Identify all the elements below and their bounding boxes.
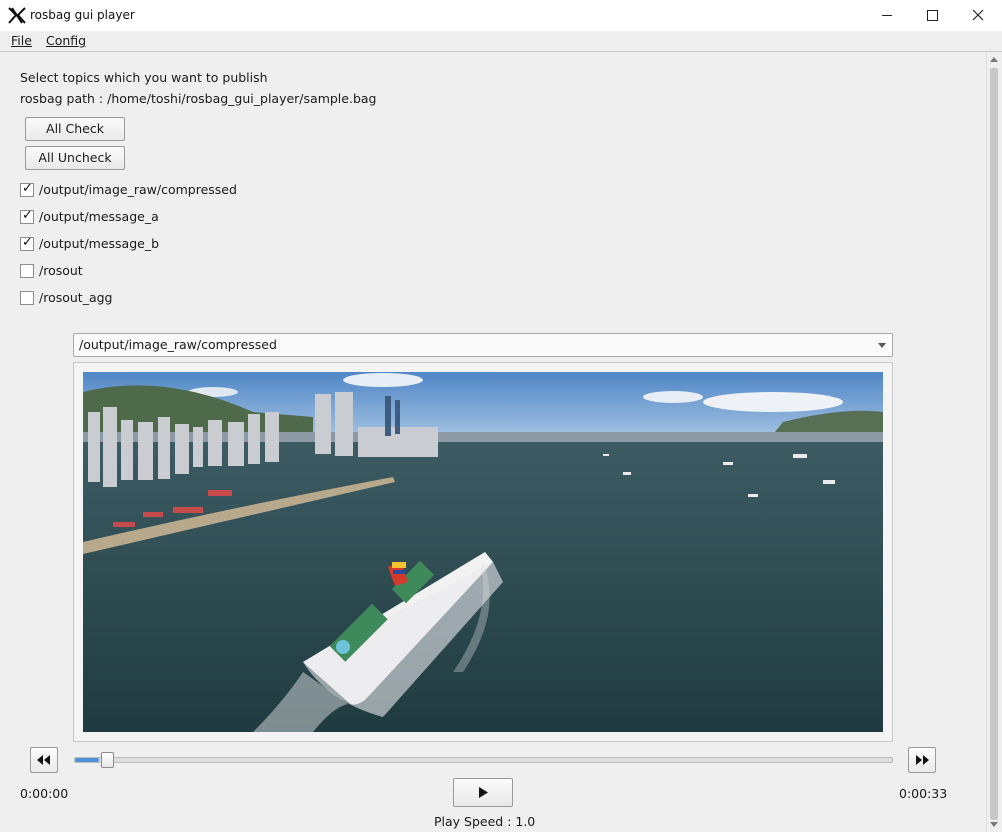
topic-checkbox[interactable]: ✓	[20, 235, 34, 251]
scroll-up-icon[interactable]	[990, 57, 998, 62]
rewind-button[interactable]	[30, 747, 58, 773]
fast-forward-icon	[916, 755, 929, 765]
checkmark-icon: ✓	[22, 235, 33, 250]
seek-slider[interactable]	[74, 752, 893, 768]
topic-checkbox[interactable]: ✓	[20, 208, 34, 224]
minimize-button[interactable]	[864, 0, 910, 31]
total-time-label: 0:00:33	[899, 786, 948, 801]
topic-checkbox-label: /output/image_raw/compressed	[39, 182, 237, 197]
topic-checkbox[interactable]: ✓	[20, 181, 34, 197]
menu-config[interactable]: Config	[46, 33, 86, 48]
play-icon	[479, 787, 488, 798]
seek-slider-fill	[75, 758, 99, 762]
maximize-icon	[927, 10, 938, 21]
close-button[interactable]	[955, 0, 1001, 31]
menu-config-label: Config	[46, 33, 87, 48]
title-bar: rosbag gui player	[0, 0, 1002, 32]
menu-file[interactable]: File	[11, 33, 32, 48]
topic-checkbox[interactable]	[20, 291, 34, 305]
rewind-icon	[37, 755, 50, 765]
menu-bar: File Config	[0, 31, 1002, 52]
maximize-button[interactable]	[909, 0, 955, 31]
topic-checkbox-label: /output/message_a	[39, 209, 159, 224]
image-topic-select-value: /output/image_raw/compressed	[79, 337, 277, 352]
image-topic-select[interactable]: /output/image_raw/compressed	[73, 333, 893, 357]
topic-checkbox-label: /rosout_agg	[39, 290, 113, 305]
camera-image	[83, 372, 883, 732]
menu-file-label: File	[11, 33, 32, 48]
current-time-label: 0:00:00	[20, 786, 69, 801]
instruction-label: Select topics which you want to publish	[20, 70, 268, 85]
close-icon	[972, 9, 984, 21]
topic-checkbox-label: /rosout	[39, 263, 83, 278]
topic-checkbox-label: /output/message_b	[39, 236, 160, 251]
x-logo-icon	[8, 7, 26, 24]
seek-slider-handle[interactable]	[101, 752, 114, 768]
all-uncheck-button[interactable]: All Uncheck	[25, 146, 125, 170]
scroll-thumb[interactable]	[990, 68, 998, 820]
play-speed-label: Play Speed : 1.0	[434, 814, 536, 829]
checkmark-icon: ✓	[22, 181, 33, 196]
play-button[interactable]	[453, 778, 513, 807]
checkmark-icon: ✓	[22, 208, 33, 223]
fast-forward-button[interactable]	[908, 747, 936, 773]
rosbag-path-label: rosbag path : /home/toshi/rosbag_gui_pla…	[20, 91, 377, 106]
vertical-scrollbar[interactable]	[986, 52, 1002, 832]
window-title: rosbag gui player	[30, 8, 135, 22]
scroll-down-icon[interactable]	[990, 822, 998, 827]
image-view-frame	[73, 362, 893, 742]
all-check-button[interactable]: All Check	[25, 117, 125, 141]
topic-checkbox[interactable]	[20, 264, 34, 278]
minimize-icon	[882, 15, 892, 16]
chevron-down-icon	[878, 343, 886, 348]
